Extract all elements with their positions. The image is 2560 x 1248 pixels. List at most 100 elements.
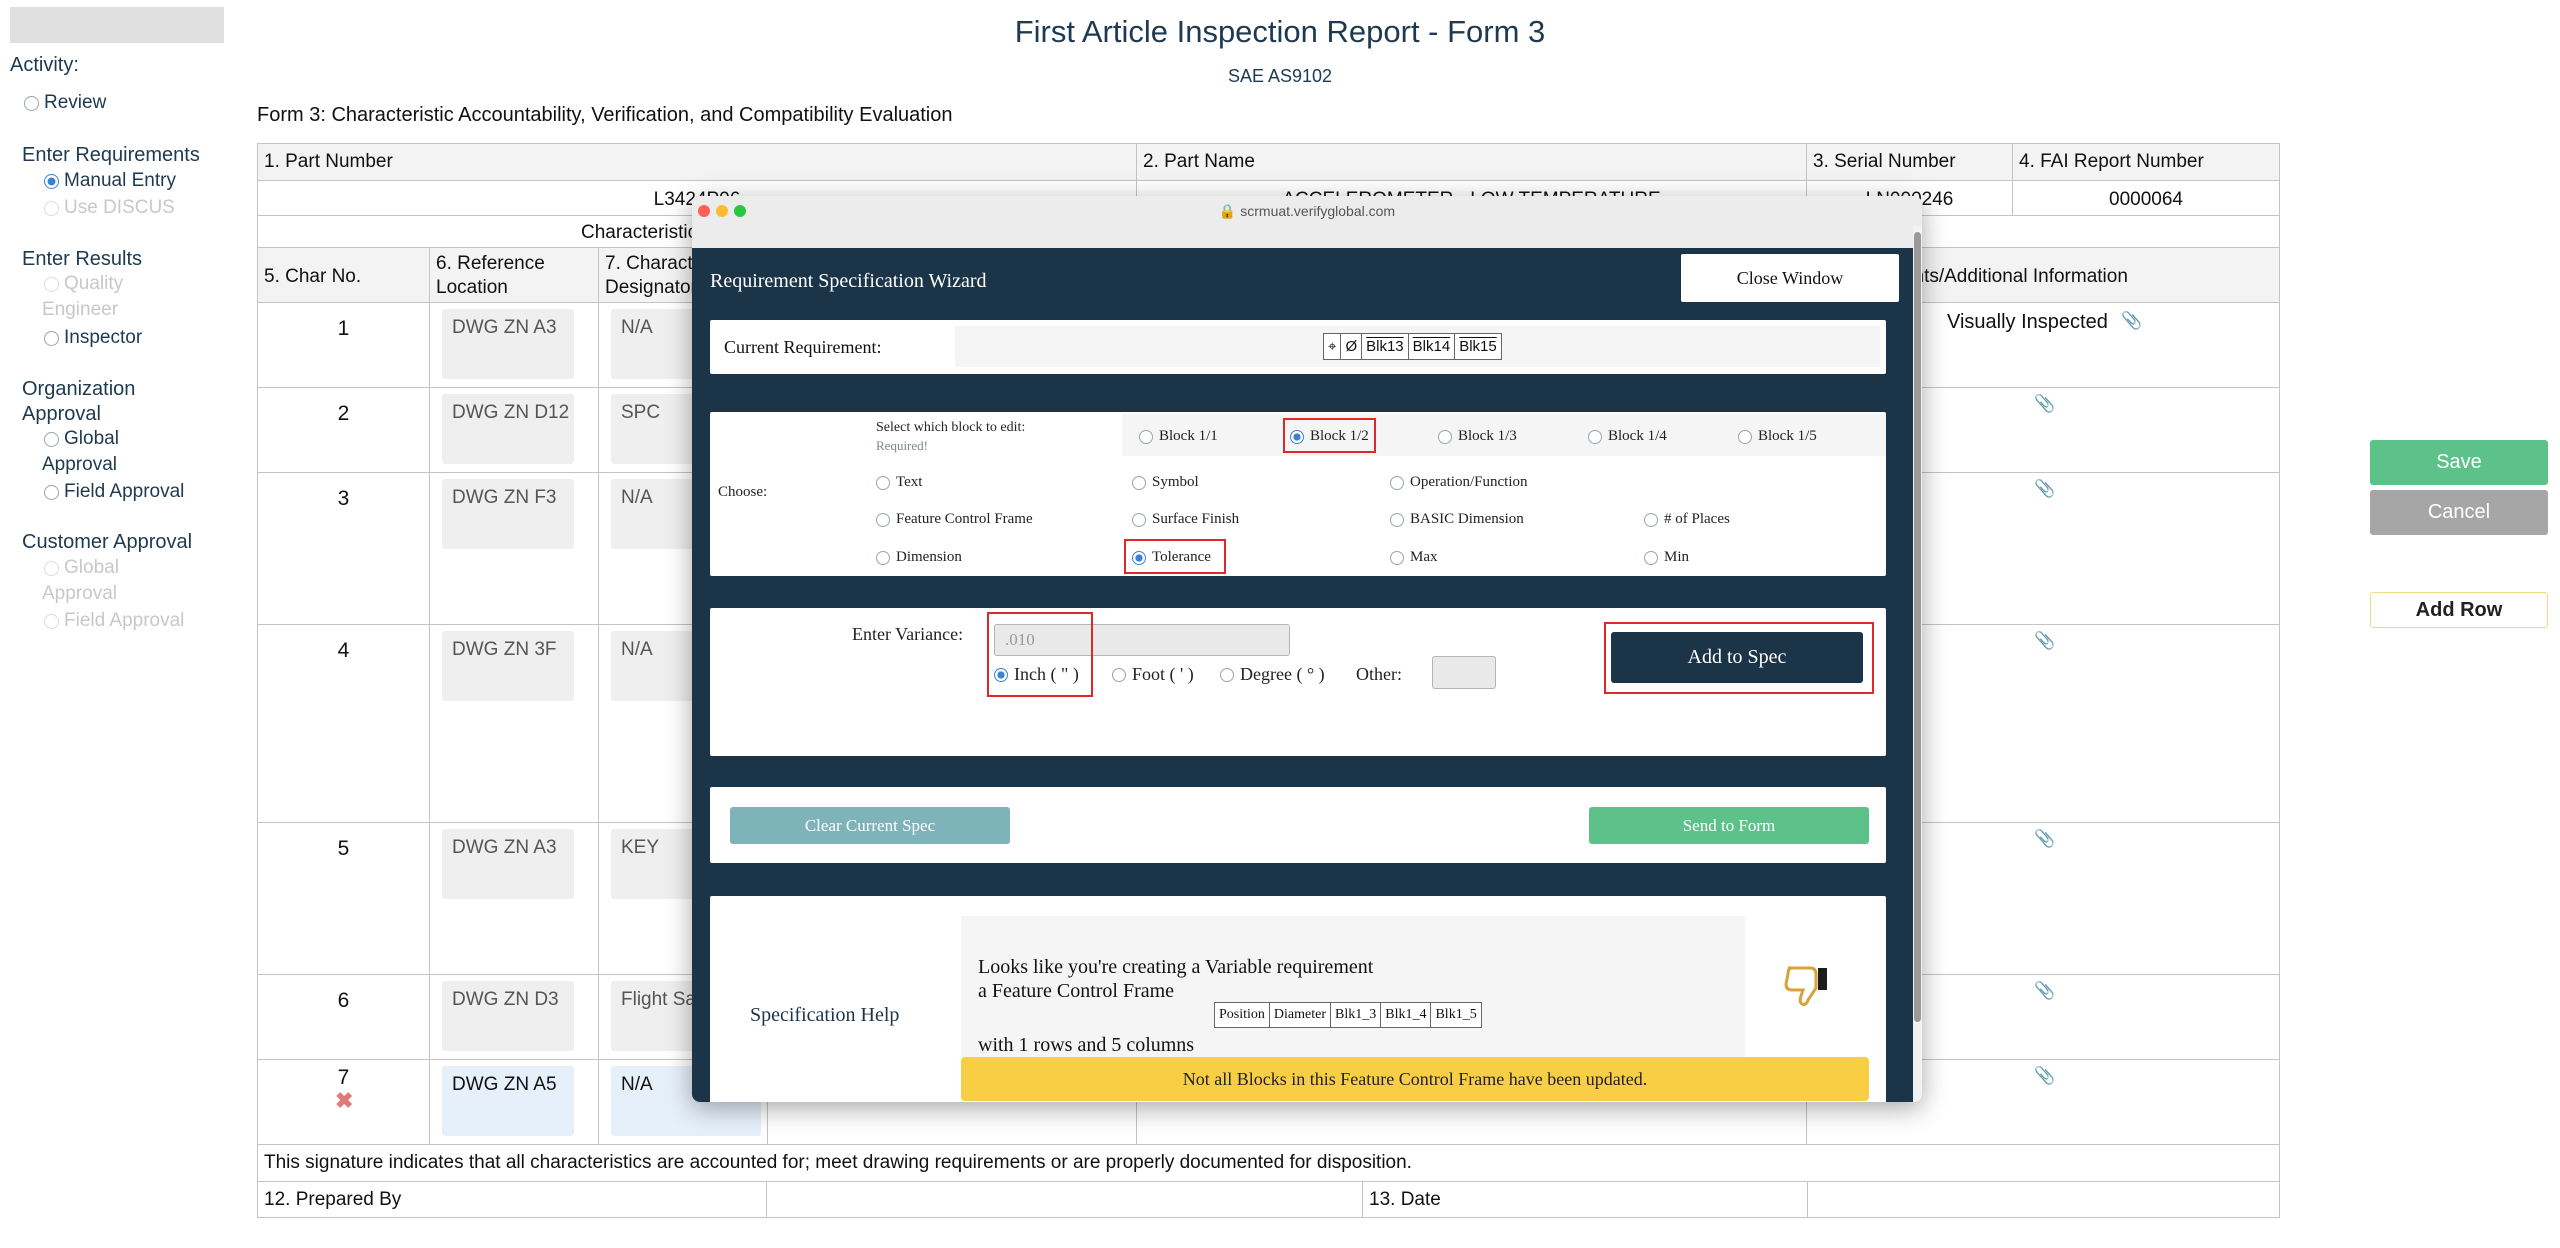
activity-review-radio[interactable]: Review (24, 92, 106, 114)
window-titlebar: 🔒 scrmuat.verifyglobal.com (692, 196, 1922, 226)
unit-other-label: Other: (1356, 664, 1402, 684)
popup-scrollbar[interactable] (1913, 226, 1922, 1102)
type-surface-finish-radio[interactable]: Surface Finish (1132, 511, 1239, 528)
block-1-5-radio[interactable]: Block 1/5 (1738, 428, 1817, 445)
table-row: 3 (257, 472, 430, 625)
date-label: 13. Date (1362, 1181, 1808, 1218)
table-row: 2 (257, 387, 430, 473)
manual-entry-radio[interactable]: Manual Entry (44, 170, 176, 192)
reference-input[interactable]: DWG ZN 3F (442, 631, 574, 701)
type-operation-radio[interactable]: Operation/Function (1390, 474, 1527, 491)
thumbs-down-icon[interactable] (1780, 958, 1836, 1014)
reference-input[interactable]: DWG ZN A3 (442, 309, 574, 379)
characteristic-group-label: Characteristic (581, 222, 698, 243)
paperclip-icon[interactable]: 📎 (2034, 981, 2055, 1001)
help-line-3: with 1 rows and 5 columns (978, 1034, 1195, 1056)
reference-input[interactable]: DWG ZN F3 (442, 479, 574, 549)
use-discus-radio[interactable]: Use DISCUS (44, 197, 175, 219)
type-min-radio[interactable]: Min (1644, 549, 1689, 566)
select-block-label: Select which block to edit: (876, 420, 1026, 435)
radio-icon (1132, 512, 1146, 527)
type-text-radio[interactable]: Text (876, 474, 922, 491)
current-requirement-label: Current Requirement: (724, 337, 882, 357)
reference-input[interactable]: DWG ZN A5 (442, 1066, 574, 1136)
delete-row-icon[interactable]: ✖ (335, 1088, 353, 1114)
radio-icon (876, 512, 890, 527)
type-basic-dimension-radio[interactable]: BASIC Dimension (1390, 511, 1524, 528)
fcf-block: Blk1_4 (1381, 1003, 1432, 1027)
close-window-button[interactable]: Close Window (1681, 254, 1899, 302)
radio-icon (1644, 550, 1658, 565)
paperclip-icon[interactable]: 📎 (2034, 394, 2055, 414)
type-fcf-radio[interactable]: Feature Control Frame (876, 511, 1033, 528)
variance-panel: Enter Variance: .010 Inch ( " ) Foot ( '… (710, 608, 1886, 756)
highlight-box (1283, 418, 1376, 453)
radio-icon (1132, 475, 1146, 490)
required-label: Required! (876, 438, 928, 453)
reference-input[interactable]: DWG ZN A3 (442, 829, 574, 899)
paperclip-icon[interactable]: 📎 (2034, 631, 2055, 651)
add-row-button[interactable]: Add Row (2370, 592, 2548, 628)
paperclip-icon[interactable]: 📎 (2034, 1066, 2055, 1086)
fcf-block: Blk14 (1409, 334, 1456, 359)
type-max-radio[interactable]: Max (1390, 549, 1438, 566)
radio-icon (1390, 475, 1404, 490)
highlight-box (987, 612, 1093, 697)
fcf-block: Blk1_3 (1331, 1003, 1382, 1027)
quality-engineer-radio[interactable]: Quality (44, 273, 123, 295)
manual-entry-label: Manual Entry (64, 170, 176, 191)
block-1-1-radio[interactable]: Block 1/1 (1139, 428, 1218, 445)
type-places-radio[interactable]: # of Places (1644, 511, 1730, 528)
org-approval-heading-1: Organization (22, 378, 136, 400)
fcf-block: Position (1215, 1003, 1270, 1027)
fai-report-value: 0000064 (2012, 180, 2280, 216)
current-requirement-display: ⌖ Ø Blk13 Blk14 Blk15 (955, 326, 1880, 367)
enter-results-heading: Enter Results (22, 248, 143, 270)
prepared-by-field[interactable] (766, 1181, 1363, 1218)
org-global-radio[interactable]: Global (44, 428, 119, 450)
lock-icon: 🔒 (1218, 203, 1241, 219)
table-row: 7 ✖ (257, 1059, 430, 1145)
send-to-form-button[interactable]: Send to Form (1589, 807, 1869, 844)
part-number-header: 1. Part Number (257, 143, 1137, 181)
radio-icon (1112, 667, 1126, 682)
date-field[interactable] (1807, 1181, 2280, 1218)
cancel-button[interactable]: Cancel (2370, 490, 2548, 535)
choose-panel: Choose: Select which block to edit: Requ… (710, 412, 1886, 576)
signature-statement: This signature indicates that all charac… (257, 1144, 2280, 1182)
reference-input[interactable]: DWG ZN D3 (442, 981, 574, 1051)
prepared-by-label: 12. Prepared By (257, 1181, 767, 1218)
warning-banner: Not all Blocks in this Feature Control F… (961, 1057, 1869, 1101)
highlight-box (1604, 622, 1874, 694)
cust-field-approval-radio[interactable]: Field Approval (44, 610, 184, 632)
highlight-box (1124, 539, 1226, 574)
scrollbar-thumb[interactable] (1914, 232, 1921, 1022)
unit-foot-radio[interactable]: Foot ( ' ) (1112, 664, 1194, 685)
unit-degree-radio[interactable]: Degree ( ° ) (1220, 664, 1325, 685)
clear-current-spec-button[interactable]: Clear Current Spec (730, 807, 1010, 844)
paperclip-icon[interactable]: 📎 (2034, 829, 2055, 849)
fcf-block: Diameter (1270, 1003, 1331, 1027)
inspector-radio[interactable]: Inspector (44, 327, 142, 349)
type-symbol-radio[interactable]: Symbol (1132, 474, 1199, 491)
cust-global-label: Global (64, 557, 119, 578)
save-button[interactable]: Save (2370, 440, 2548, 485)
spec-actions-panel: Clear Current Spec Send to Form (710, 787, 1886, 863)
paperclip-icon[interactable]: 📎 (2121, 311, 2142, 331)
cust-field-approval-label: Field Approval (64, 610, 185, 631)
radio-icon (876, 550, 890, 565)
radio-icon (1588, 429, 1602, 444)
radio-icon (1390, 512, 1404, 527)
block-1-4-radio[interactable]: Block 1/4 (1588, 428, 1667, 445)
table-row: 6 (257, 974, 430, 1060)
reference-input[interactable]: DWG ZN D12 (442, 394, 574, 464)
variance-label: Enter Variance: (852, 624, 964, 644)
reference-cell: DWG ZN A3 (429, 302, 599, 388)
cust-global-radio[interactable]: Global (44, 557, 119, 579)
type-dimension-radio[interactable]: Dimension (876, 549, 962, 566)
block-1-3-radio[interactable]: Block 1/3 (1438, 428, 1517, 445)
wizard-body: Requirement Specification Wizard Close W… (692, 248, 1913, 1102)
unit-other-input[interactable] (1432, 656, 1496, 689)
paperclip-icon[interactable]: 📎 (2034, 479, 2055, 499)
org-field-approval-radio[interactable]: Field Approval (44, 481, 184, 503)
